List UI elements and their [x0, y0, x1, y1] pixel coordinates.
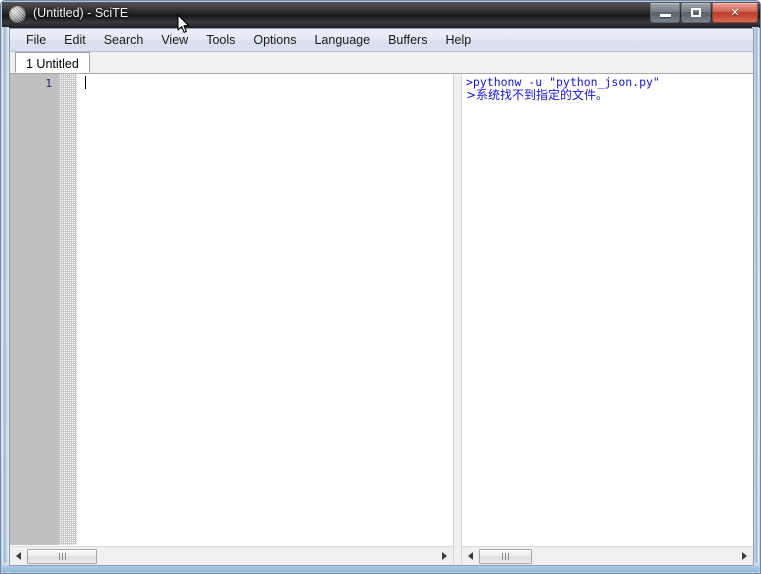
menu-search[interactable]: Search [95, 31, 153, 50]
scroll-grip-icon [502, 552, 509, 560]
scite-ball-icon [9, 6, 26, 23]
output-scroll-right-arrow[interactable] [736, 548, 753, 565]
minimize-icon [651, 3, 679, 22]
panes-container: 1 >pythonw -u "python_json.py" >系统找不到指定的… [10, 74, 753, 565]
editor-scroll-track[interactable] [97, 548, 436, 565]
line-number-1: 1 [45, 77, 52, 90]
output-scroll-thumb[interactable] [479, 548, 532, 564]
menu-file[interactable]: File [17, 31, 55, 50]
minimize-button[interactable] [650, 3, 680, 23]
output-scroll-track[interactable] [532, 548, 736, 565]
window-title: (Untitled) - SciTE [33, 6, 129, 20]
output-scroll-left-arrow[interactable] [462, 548, 479, 565]
close-button[interactable]: ✕ [712, 3, 758, 23]
editor-scroll-thumb[interactable] [27, 548, 97, 564]
menu-help[interactable]: Help [436, 31, 480, 50]
scite-main-window: (Untitled) - SciTE ✕ File Edit Search Vi… [0, 0, 761, 574]
output-pane[interactable]: >pythonw -u "python_json.py" >系统找不到指定的文件… [462, 74, 753, 565]
output-line-2: >系统找不到指定的文件。 [466, 88, 609, 102]
scroll-grip-icon [58, 552, 66, 560]
restore-button[interactable] [681, 3, 711, 23]
menu-tools[interactable]: Tools [197, 31, 244, 50]
line-number-margin: 1 [10, 74, 59, 545]
menu-language[interactable]: Language [305, 31, 379, 50]
title-bar[interactable]: (Untitled) - SciTE ✕ [2, 2, 760, 28]
menu-view[interactable]: View [152, 31, 197, 50]
buffer-tab-bar: 1 Untitled [10, 52, 753, 74]
window-controls: ✕ [649, 3, 758, 23]
menu-bar: File Edit Search View Tools Options Lang… [10, 29, 753, 52]
menu-options[interactable]: Options [244, 31, 305, 50]
menu-edit[interactable]: Edit [55, 31, 95, 50]
client-area: File Edit Search View Tools Options Lang… [9, 28, 754, 566]
restore-icon [682, 3, 710, 22]
output-horizontal-scrollbar[interactable] [462, 546, 753, 565]
fold-margin[interactable] [59, 74, 77, 545]
close-icon: ✕ [730, 7, 740, 19]
editor-pane[interactable]: 1 [10, 74, 453, 565]
menu-buffers[interactable]: Buffers [379, 31, 436, 50]
editor-horizontal-scrollbar[interactable] [10, 546, 453, 565]
editor-scroll-right-arrow[interactable] [436, 548, 453, 565]
editor-text-area[interactable] [77, 74, 453, 545]
editor-scroll-left-arrow[interactable] [10, 548, 27, 565]
tab-untitled[interactable]: 1 Untitled [15, 52, 90, 73]
text-caret [85, 76, 86, 89]
output-text-area[interactable]: >pythonw -u "python_json.py" >系统找不到指定的文件… [464, 74, 753, 545]
window-frame-left [2, 27, 9, 573]
pane-splitter[interactable] [453, 74, 462, 565]
